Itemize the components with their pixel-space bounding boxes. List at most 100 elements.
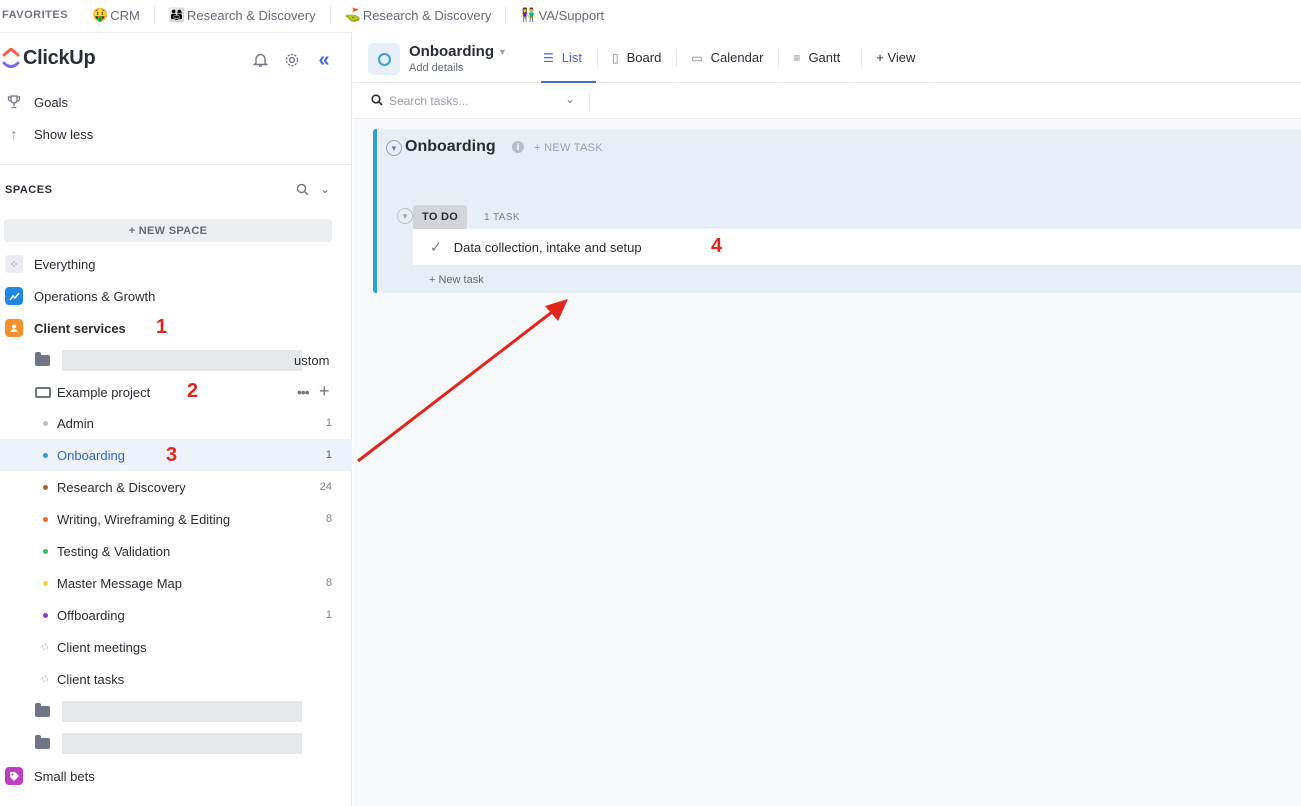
favorite-label: VA/Support <box>538 7 605 23</box>
sidebar-goals[interactable]: Goals <box>0 86 352 118</box>
chevron-down-icon[interactable]: ⌄ <box>565 92 575 106</box>
favorite-label: Research & Discovery <box>187 7 316 23</box>
sidebar-list-client-tasks[interactable]: Client tasks <box>0 663 352 695</box>
task-name[interactable]: Data collection, intake and setup <box>454 240 642 255</box>
search-input[interactable] <box>389 91 549 111</box>
folder-open-icon <box>35 386 51 398</box>
list-count: 8 <box>325 513 332 525</box>
sidebar-show-less[interactable]: ↑ Show less <box>0 118 352 150</box>
sidebar-divider <box>0 164 352 165</box>
sidebar-list-admin[interactable]: Admin 1 <box>0 407 352 439</box>
everything-label: Everything <box>34 256 96 272</box>
caret-down-icon: ▼ <box>498 47 507 58</box>
sidebar-space-client-services[interactable]: Client services 1 <box>0 312 352 344</box>
spaces-header: SPACES ⌄ <box>0 174 352 206</box>
new-task-header-button[interactable]: + NEW TASK <box>534 142 603 154</box>
sidebar-folder-example-project[interactable]: Example project 2 ••• + <box>0 376 352 408</box>
sidebar-list-offboarding[interactable]: Offboarding 1 <box>0 599 352 631</box>
collapse-list-icon[interactable]: ▼ <box>386 140 402 156</box>
search-icon <box>371 94 383 109</box>
gear-icon[interactable] <box>283 51 301 69</box>
add-details-link[interactable]: Add details <box>409 62 463 74</box>
search-spaces-icon[interactable] <box>296 183 309 199</box>
sidebar-folder-redacted-3[interactable] <box>0 727 352 759</box>
new-space-button[interactable]: + NEW SPACE <box>4 219 332 242</box>
list-dot <box>42 644 48 650</box>
logo-text: ClickUp <box>23 47 96 69</box>
chevron-down-icon[interactable]: ⌄ <box>320 182 330 196</box>
list-label: Testing & Validation <box>57 543 171 559</box>
folder-icon <box>35 702 50 717</box>
favorites-title: FAVORITES <box>2 9 69 21</box>
list-label: Writing, Wireframing & Editing <box>57 511 231 527</box>
tab-label: Gantt <box>808 50 841 65</box>
redacted-block <box>62 700 302 722</box>
list-dot <box>43 548 48 554</box>
collapse-status-icon[interactable]: ▼ <box>397 208 413 224</box>
plus-icon[interactable]: + <box>319 381 330 402</box>
sidebar-space-small-bets[interactable]: Small bets <box>0 760 352 792</box>
status-badge[interactable]: TO DO <box>413 205 468 229</box>
list-count: 1 <box>325 449 332 461</box>
gantt-icon: ≡ <box>793 50 801 65</box>
sidebar-space-operations[interactable]: Operations & Growth <box>0 280 352 312</box>
sidebar-list-testing[interactable]: Testing & Validation <box>0 535 352 567</box>
favorite-item-crm[interactable]: 🤑 CRM <box>78 6 154 24</box>
space-label: Small bets <box>34 768 95 784</box>
table-row[interactable]: ✓ Data collection, intake and setup 4 <box>413 229 1301 265</box>
favorite-emoji: 👫 <box>520 7 537 22</box>
chart-icon <box>5 287 23 305</box>
list-dot <box>43 612 48 618</box>
grid-icon: ⁘ <box>5 255 23 273</box>
list-label: Research & Discovery <box>57 479 186 495</box>
favorite-label: Research & Discovery <box>362 7 492 23</box>
goals-label: Goals <box>34 94 68 110</box>
favorite-emoji: 🤑 <box>92 7 109 22</box>
tab-label: Calendar <box>710 50 764 65</box>
checkmark-icon[interactable]: ✓ <box>430 239 442 256</box>
folder-icon <box>35 351 50 366</box>
sidebar-item-everything[interactable]: ⁘ Everything <box>0 248 352 280</box>
favorite-item-research-2[interactable]: ⛳ Research & Discovery <box>329 6 506 24</box>
search-divider <box>589 92 590 110</box>
board-view-icon: ▯ <box>612 50 619 65</box>
list-dot <box>43 580 48 586</box>
sidebar-folder-redacted[interactable]: ustom <box>0 344 352 376</box>
sidebar-list-onboarding[interactable]: Onboarding 3 1 <box>0 439 352 471</box>
list-count: 1 <box>325 417 332 429</box>
redacted-block <box>62 349 302 371</box>
user-icon <box>5 319 23 337</box>
add-view-button[interactable]: + View <box>862 32 931 83</box>
more-icon[interactable]: ••• <box>297 384 310 400</box>
tab-list[interactable]: ☰ List <box>529 32 597 83</box>
list-title-dropdown[interactable]: Onboarding ▼ <box>409 43 507 60</box>
favorite-emoji: ⛳ <box>344 7 361 22</box>
favorite-item-research-1[interactable]: 👨‍👩‍👧 Research & Discovery <box>153 6 330 24</box>
sidebar-list-master-message-map[interactable]: Master Message Map 8 <box>0 567 352 599</box>
sidebar-list-writing[interactable]: Writing, Wireframing & Editing 8 <box>0 503 352 535</box>
tab-label: Board <box>626 50 662 65</box>
sidebar-folder-redacted-2[interactable] <box>0 695 352 727</box>
tag-icon <box>5 767 23 785</box>
list-icon[interactable] <box>368 43 400 75</box>
list-dot <box>42 676 48 682</box>
folder-icon <box>35 734 50 749</box>
sidebar-list-client-meetings[interactable]: Client meetings <box>0 631 352 663</box>
bell-icon[interactable] <box>251 51 269 69</box>
annotation-number-1: 1 <box>156 316 168 338</box>
tab-board[interactable]: ▯ Board <box>598 32 677 83</box>
clickup-logo[interactable]: ClickUp <box>2 47 96 70</box>
info-icon[interactable]: i <box>512 141 524 153</box>
list-label: Client meetings <box>57 639 147 655</box>
sidebar-list-research[interactable]: Research & Discovery 24 <box>0 471 352 503</box>
view-header: Onboarding ▼ Add details ☰ List ▯ Board ▭… <box>353 32 1301 83</box>
annotation-number-2: 2 <box>187 380 199 402</box>
tab-gantt[interactable]: ≡ Gantt <box>779 32 856 83</box>
collapse-sidebar-icon[interactable]: « <box>315 49 333 71</box>
tab-calendar[interactable]: ▭ Calendar <box>677 32 779 83</box>
new-task-link[interactable]: + New task <box>429 274 484 286</box>
favorite-item-va-support[interactable]: 👫 VA/Support <box>505 6 618 24</box>
list-dot <box>43 516 48 522</box>
annotation-number-4: 4 <box>711 235 723 257</box>
view-tabs: ☰ List ▯ Board ▭ Calendar ≡ Gantt + View <box>529 32 931 83</box>
